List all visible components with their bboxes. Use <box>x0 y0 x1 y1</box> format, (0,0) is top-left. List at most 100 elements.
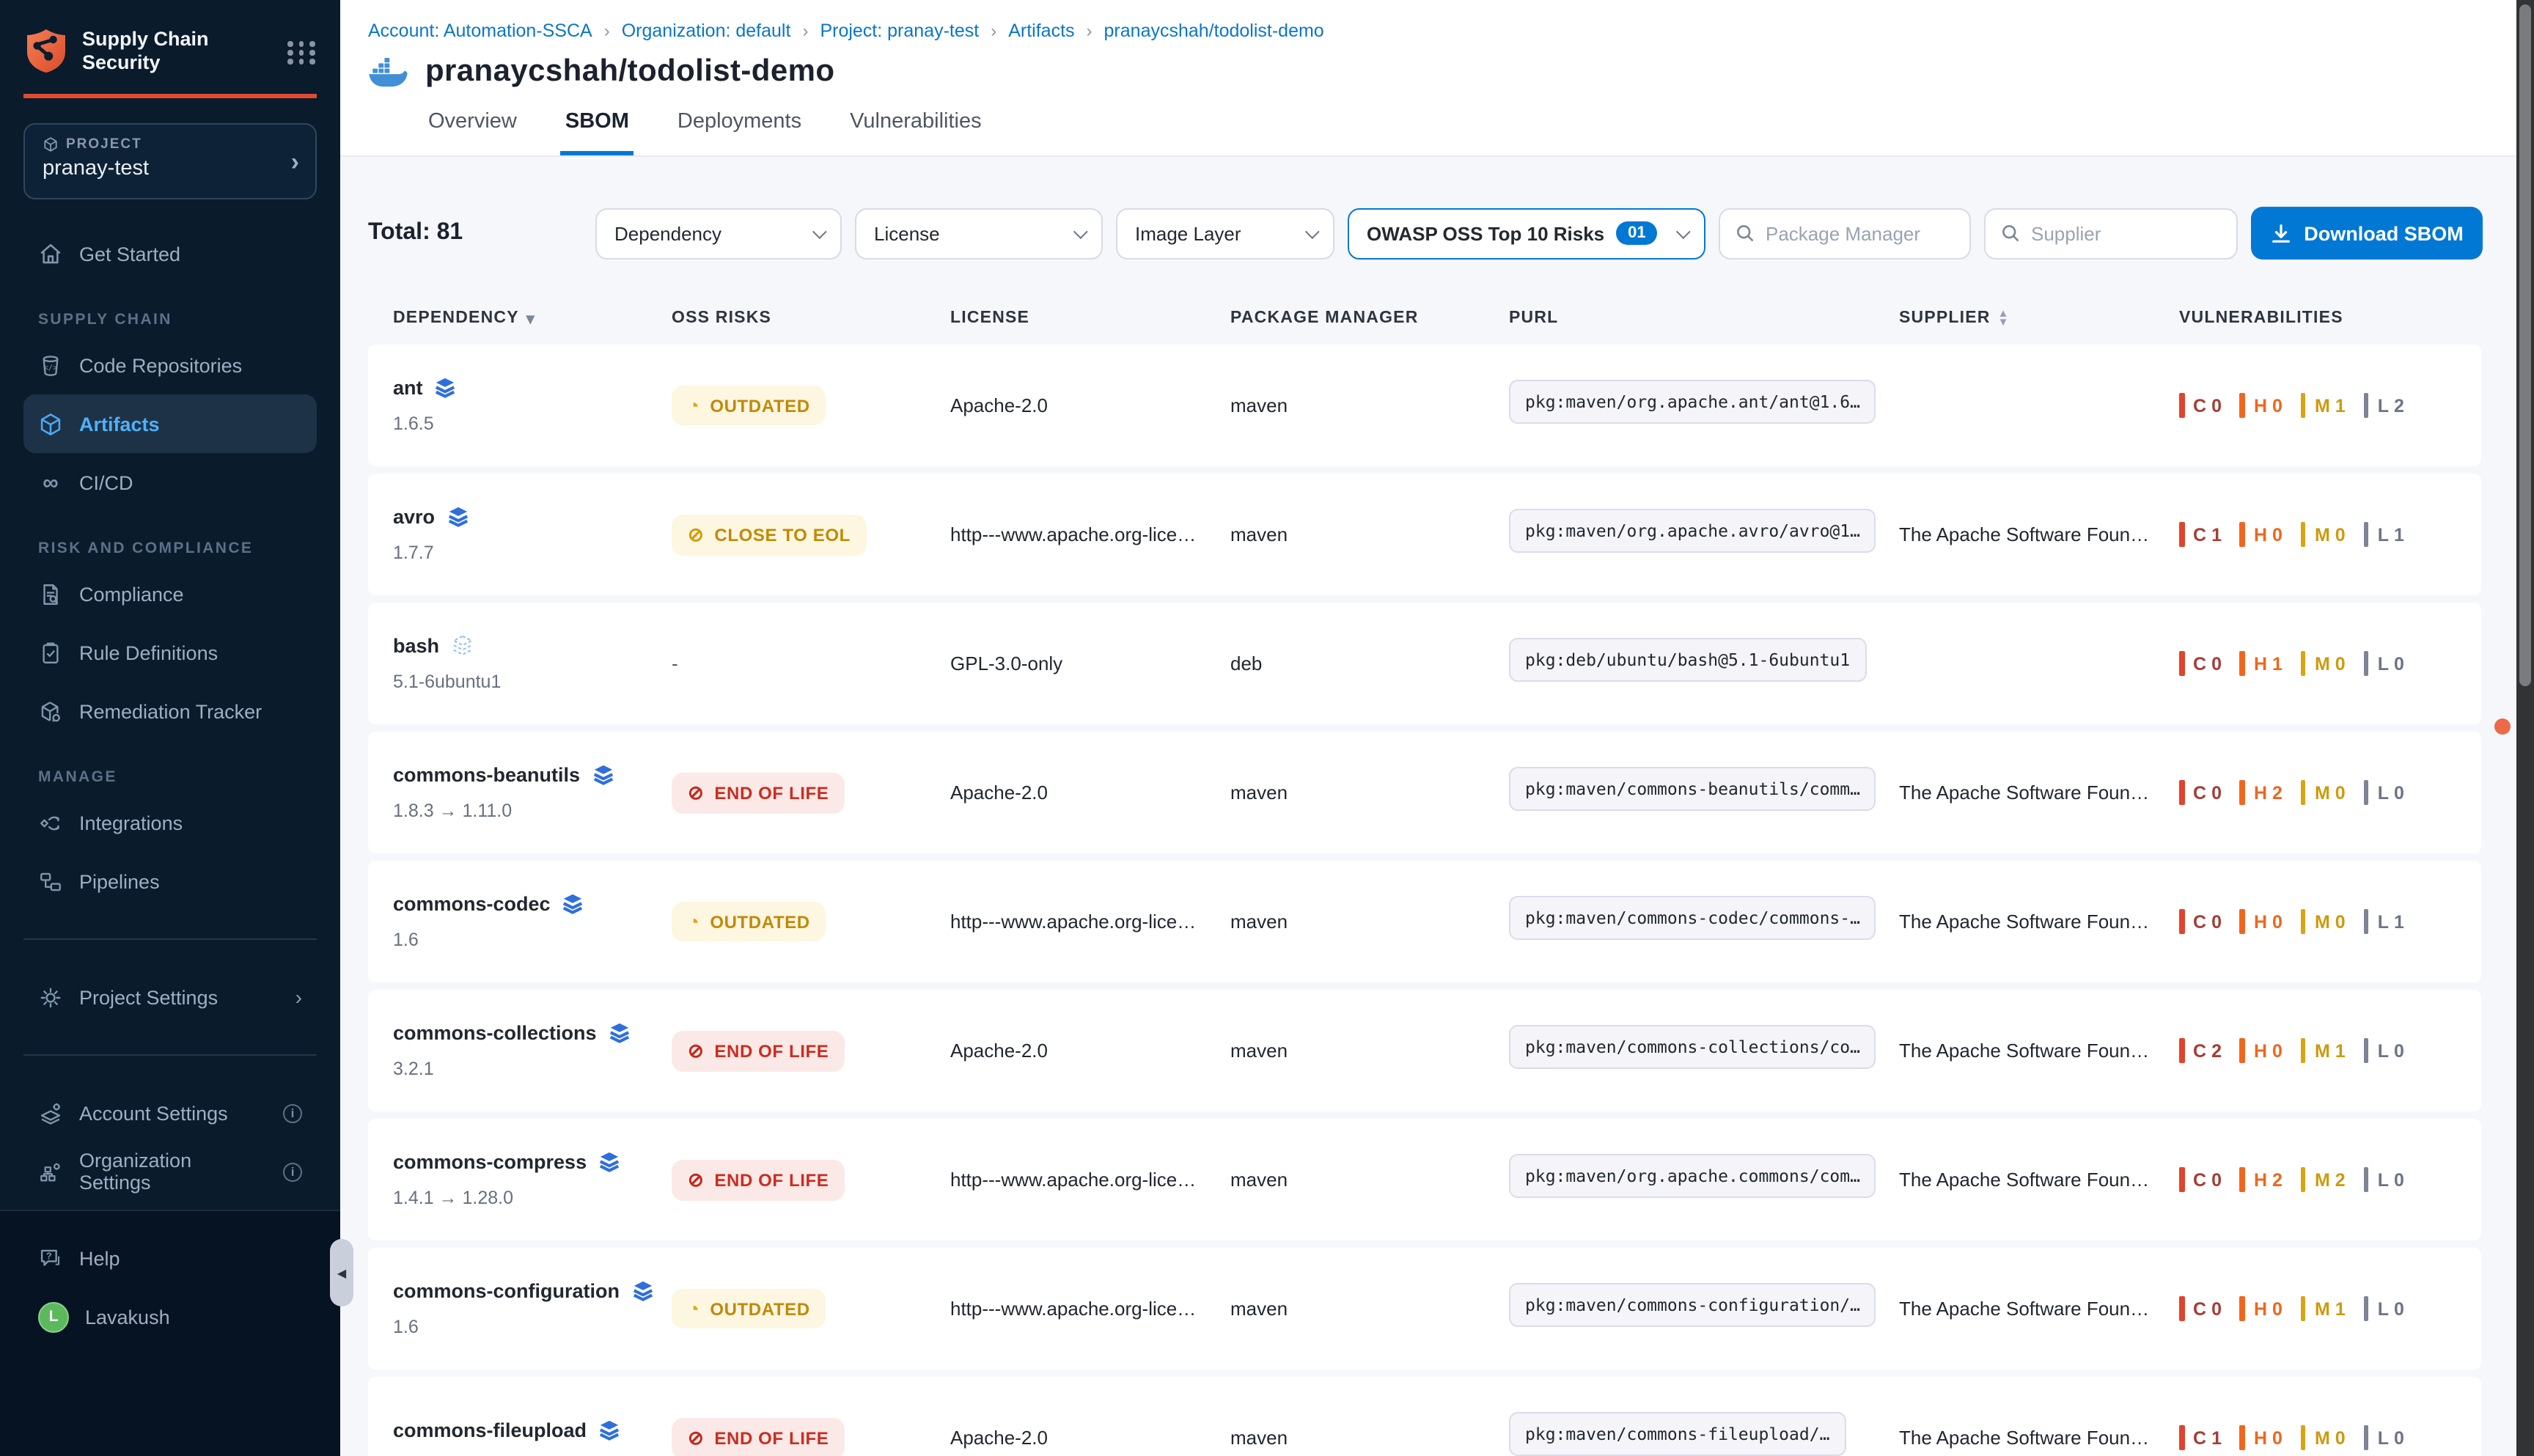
account-layers-icon <box>38 1100 63 1125</box>
breadcrumb-project[interactable]: Project: pranay-test <box>820 21 979 41</box>
sidebar-item-label: Remediation Tracker <box>79 700 262 722</box>
purl-value[interactable]: pkg:maven/org.apache.commons/com… <box>1509 1154 1876 1198</box>
package-manager: maven <box>1230 1169 1509 1191</box>
info-icon[interactable] <box>283 1162 302 1181</box>
supplier: The Apache Software Foun… <box>1899 1298 2179 1320</box>
column-supplier[interactable]: SUPPLIER▲▼ <box>1899 309 2179 328</box>
dependency-filter-dropdown[interactable]: Dependency <box>595 207 842 259</box>
sidebar-item-help[interactable]: ? Help <box>23 1229 317 1287</box>
purl-value[interactable]: pkg:maven/org.apache.avro/avro@1… <box>1509 509 1876 553</box>
table-row[interactable]: commons-configuration 1.6 OUTDATED http-… <box>368 1248 2481 1369</box>
owasp-risks-filter-dropdown[interactable]: OWASP OSS Top 10 Risks 01 <box>1348 207 1705 259</box>
dropdown-value: License <box>874 222 940 244</box>
breadcrumb-artifact-name[interactable]: pranaycshah/todolist-demo <box>1104 21 1324 41</box>
info-icon[interactable] <box>283 1103 302 1122</box>
purl-cell: pkg:maven/commons-configuration/… <box>1509 1283 1899 1334</box>
purl-value[interactable]: pkg:maven/commons-fileupload/… <box>1509 1412 1846 1456</box>
sidebar-item-label: Rule Definitions <box>79 641 218 663</box>
purl-value[interactable]: pkg:maven/commons-beanutils/comm… <box>1509 767 1876 811</box>
table-row[interactable]: commons-compress 1.4.1 → 1.28.0 END OF L… <box>368 1119 2481 1240</box>
package-manager: maven <box>1230 1298 1509 1320</box>
sidebar-item-rule-definitions[interactable]: Rule Definitions <box>23 623 317 682</box>
dependency-cell: avro 1.7.7 <box>393 506 672 563</box>
tab-overview[interactable]: Overview <box>424 97 521 155</box>
dependency-name: commons-fileupload <box>393 1419 587 1441</box>
dependency-name: commons-collections <box>393 1022 597 1044</box>
dependency-version: 1.6 <box>393 930 672 950</box>
sidebar-collapse-handle[interactable]: ◀ <box>330 1239 353 1306</box>
purl-value[interactable]: pkg:maven/commons-codec/commons-… <box>1509 896 1876 940</box>
critical-count: C1 <box>2179 1425 2222 1450</box>
code-repository-icon: </> <box>38 353 63 378</box>
tab-sbom[interactable]: SBOM <box>561 97 634 155</box>
oss-risk-badge: END OF LIFE <box>672 1159 845 1200</box>
sidebar-item-label: Account Settings <box>79 1102 228 1124</box>
chevron-down-icon <box>1676 224 1691 238</box>
oss-risk-cell: END OF LIFE <box>672 1159 950 1200</box>
purl-value[interactable]: pkg:deb/ubuntu/bash@5.1-6ubuntu1 <box>1509 638 1866 682</box>
download-sbom-button[interactable]: Download SBOM <box>2251 207 2483 260</box>
medium-count: M0 <box>2301 1425 2346 1450</box>
sidebar-item-get-started[interactable]: Get Started <box>23 224 317 283</box>
sidebar-item-organization-settings[interactable]: Organization Settings <box>23 1142 317 1201</box>
breadcrumb-account[interactable]: Account: Automation-SSCA <box>368 21 592 41</box>
table-row[interactable]: avro 1.7.7 CLOSE TO EOL http---www.apach… <box>368 474 2481 595</box>
risk-label: CLOSE TO EOL <box>714 524 850 545</box>
table-row[interactable]: commons-collections 3.2.1 END OF LIFE Ap… <box>368 990 2481 1111</box>
sidebar-item-cicd[interactable]: ∞ CI/CD <box>23 453 317 512</box>
dropdown-value: OWASP OSS Top 10 Risks <box>1367 222 1604 244</box>
module-switcher-icon[interactable] <box>287 41 317 65</box>
vulnerability-counts: C1 H0 M0 L1 <box>2179 522 2458 547</box>
dependency-version: 1.4.1 → 1.28.0 <box>393 1188 672 1208</box>
sidebar-item-integrations[interactable]: Integrations <box>23 793 317 852</box>
table-row[interactable]: commons-beanutils 1.8.3 → 1.11.0 END OF … <box>368 732 2481 853</box>
risk-label: - <box>672 652 678 674</box>
sidebar-item-code-repositories[interactable]: </> Code Repositories <box>23 336 317 394</box>
table-row[interactable]: bash 5.1-6ubuntu1 - GPL-3.0-only deb pkg… <box>368 603 2481 724</box>
high-count: H0 <box>2240 1038 2283 1063</box>
medium-count: M0 <box>2301 780 2346 805</box>
medium-count: M1 <box>2301 393 2346 418</box>
dependency-name: ant <box>393 377 423 399</box>
oss-risk-badge: OUTDATED <box>672 902 826 941</box>
scrollbar-thumb[interactable] <box>2519 4 2531 686</box>
sidebar-item-remediation-tracker[interactable]: Remediation Tracker <box>23 682 317 740</box>
sidebar-item-compliance[interactable]: Compliance <box>23 565 317 623</box>
table-row[interactable]: ant 1.6.5 OUTDATED Apache-2.0 maven pkg:… <box>368 345 2481 466</box>
docker-icon <box>368 56 408 87</box>
supplier-search-input[interactable] <box>2031 222 2222 244</box>
sidebar-header: Supply Chain Security <box>0 0 340 75</box>
purl-value[interactable]: pkg:maven/org.apache.ant/ant@1.6… <box>1509 380 1876 424</box>
risk-label: END OF LIFE <box>714 1040 829 1061</box>
column-dependency[interactable]: DEPENDENCY <box>393 309 672 328</box>
svg-text:?: ? <box>46 1250 52 1261</box>
image-layer-filter-dropdown[interactable]: Image Layer <box>1116 207 1334 259</box>
table-row[interactable]: commons-codec 1.6 OUTDATED http---www.ap… <box>368 861 2481 982</box>
table-row[interactable]: commons-fileupload END OF LIFE Apache-2.… <box>368 1377 2481 1456</box>
integrations-icon <box>38 810 63 835</box>
critical-count: C0 <box>2179 909 2222 934</box>
dependency-name: commons-configuration <box>393 1280 620 1302</box>
purl-value[interactable]: pkg:maven/commons-configuration/… <box>1509 1283 1876 1327</box>
supplier: The Apache Software Foun… <box>1899 1169 2179 1191</box>
tab-deployments[interactable]: Deployments <box>673 97 806 155</box>
license-filter-dropdown[interactable]: License <box>855 207 1103 259</box>
breadcrumb-organization[interactable]: Organization: default <box>622 21 791 41</box>
medium-count: M0 <box>2301 909 2346 934</box>
user-name: Lavakush <box>85 1306 170 1328</box>
supplier-search <box>1984 207 2238 259</box>
package-manager: maven <box>1230 782 1509 804</box>
sidebar-item-account-settings[interactable]: Account Settings <box>23 1084 317 1142</box>
sidebar-item-pipelines[interactable]: Pipelines <box>23 852 317 911</box>
user-menu[interactable]: L Lavakush <box>23 1287 317 1346</box>
high-count: H1 <box>2240 651 2283 676</box>
dependency-cell: ant 1.6.5 <box>393 377 672 434</box>
purl-value[interactable]: pkg:maven/commons-collections/co… <box>1509 1025 1876 1069</box>
sidebar-item-artifacts[interactable]: Artifacts <box>23 394 317 453</box>
low-count: L0 <box>2364 780 2405 805</box>
package-manager-search-input[interactable] <box>1766 222 1955 244</box>
project-selector[interactable]: PROJECT pranay-test › <box>23 123 317 199</box>
tab-vulnerabilities[interactable]: Vulnerabilities <box>845 97 985 155</box>
breadcrumb-artifacts[interactable]: Artifacts <box>1008 21 1074 41</box>
sidebar-item-project-settings[interactable]: Project Settings › <box>23 968 317 1026</box>
